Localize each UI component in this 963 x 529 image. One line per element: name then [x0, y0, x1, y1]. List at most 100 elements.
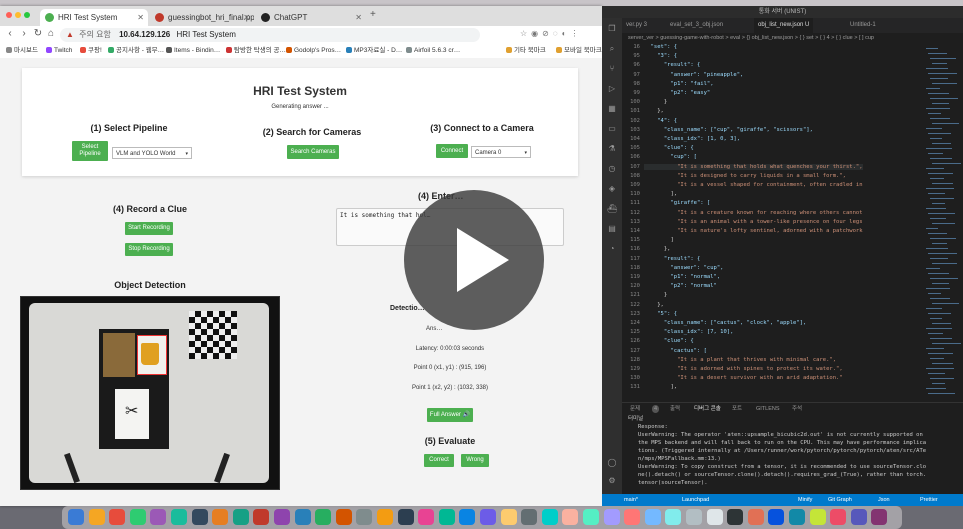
git-graph-status[interactable]: Git Graph [828, 494, 852, 506]
terminal-output[interactable]: 터미널 Response: UserWarning: The operator '… [622, 414, 963, 494]
dock-app-icon[interactable] [253, 509, 270, 525]
run-debug-icon[interactable]: ▷ [607, 84, 617, 94]
dock-app-icon[interactable] [665, 509, 682, 525]
dock-app-icon[interactable] [521, 509, 538, 525]
dock-app-icon[interactable] [397, 509, 414, 525]
dock-app-icon[interactable] [603, 509, 620, 525]
dock-app-icon[interactable] [583, 509, 599, 525]
docker-icon[interactable]: ⛴ [607, 204, 617, 214]
dock-app-icon[interactable] [232, 509, 249, 525]
dock-app-icon[interactable] [68, 509, 84, 525]
dock-app-icon[interactable] [438, 509, 455, 525]
bookmark-folder[interactable]: 기타 북마크 [506, 44, 546, 58]
tab-pptx[interactable]: guessingbot_hri_final.pptx ✕ [150, 9, 254, 26]
tab-hri-test-system[interactable]: HRI Test System ✕ [40, 9, 148, 26]
dock-app-icon[interactable] [356, 509, 373, 525]
dock-app-icon[interactable] [562, 509, 579, 525]
settings-gear-icon[interactable]: ⚙ [607, 476, 617, 486]
language-status[interactable]: Json [878, 494, 890, 506]
full-answer-button[interactable]: Full Answer 🔊 [427, 408, 473, 422]
explorer-icon[interactable]: ❐ [607, 24, 617, 34]
search-icon[interactable]: ⌕ [607, 44, 617, 54]
account-icon[interactable]: ◯ [607, 458, 617, 468]
dock-app-icon[interactable] [789, 509, 805, 525]
gitlens-icon[interactable]: ◈ [607, 184, 617, 194]
bookmark-item[interactable]: Airfoil 5.6.3 cr… [406, 44, 460, 58]
editor-tab[interactable]: ver.py 3 [622, 18, 651, 33]
tab-chatgpt[interactable]: ChatGPT ✕ [256, 9, 366, 26]
close-tab-icon[interactable]: ✕ [137, 9, 144, 26]
dock-app-icon[interactable] [315, 509, 332, 525]
dock-app-icon[interactable] [335, 509, 352, 525]
connect-button[interactable]: Connect [436, 144, 468, 158]
testing-icon[interactable]: ⚗ [607, 144, 617, 154]
editor-tab[interactable]: Untitled-1 [846, 18, 880, 33]
dock-app-icon[interactable] [150, 509, 167, 525]
dock-app-icon[interactable] [459, 509, 476, 525]
close-tab-icon[interactable]: ✕ [243, 9, 250, 26]
prettier-status[interactable]: Prettier [920, 494, 938, 506]
close-window-icon[interactable] [6, 12, 12, 18]
dock-app-icon[interactable] [294, 509, 311, 525]
close-tab-icon[interactable]: ✕ [355, 9, 362, 26]
select-pipeline-button[interactable]: Select Pipeline [72, 141, 108, 161]
breadcrumb[interactable]: server_ver > guessing-game-with-robot > … [622, 33, 963, 44]
home-icon[interactable]: ⌂ [45, 28, 57, 39]
dock-app-icon[interactable] [500, 509, 517, 525]
dock-app-icon[interactable] [706, 509, 723, 525]
video-play-button[interactable] [404, 190, 544, 330]
url-field[interactable]: ▲ 주의 요함 10.64.129.126 HRI Test System [60, 28, 480, 42]
bookmark-item[interactable]: MP3자료실 - D… [346, 44, 402, 58]
bookmark-item[interactable]: 마시보드 [6, 44, 38, 58]
bookmark-item[interactable]: Godolp's Pros… [286, 44, 341, 58]
dock-app-icon[interactable] [624, 509, 641, 525]
dock-app-icon[interactable] [850, 509, 867, 525]
dock-app-icon[interactable] [480, 509, 496, 525]
dock-app-icon[interactable] [871, 509, 888, 525]
history-icon[interactable]: ◷ [607, 164, 617, 174]
dock-app-icon[interactable] [809, 509, 826, 525]
back-icon[interactable]: ‹ [4, 28, 16, 39]
reload-icon[interactable]: ↻ [32, 28, 44, 39]
maximize-window-icon[interactable] [24, 12, 30, 18]
forward-icon[interactable]: › [18, 28, 30, 39]
code-editor[interactable]: 16 "set": {95 "3": {96 "result": {97 "an… [622, 44, 922, 404]
dock-app-icon[interactable] [644, 509, 661, 525]
extension-icons[interactable]: ☆◉⊘◌◐⋮ [520, 29, 582, 38]
editor-tab[interactable]: eval_set_3_obj.json [666, 18, 727, 33]
dock-app-icon[interactable] [377, 509, 393, 525]
start-recording-button[interactable]: Start Recording [125, 222, 173, 235]
bookmark-item[interactable]: 공지사항 - 웹무… [108, 44, 164, 58]
terminal-icon[interactable]: ▤ [607, 224, 617, 234]
search-cameras-button[interactable]: Search Cameras [287, 145, 339, 159]
new-tab-icon[interactable]: + [370, 9, 376, 20]
minimize-window-icon[interactable] [15, 12, 21, 18]
pipeline-select[interactable]: VLM and YOLO World ▾ [112, 147, 192, 159]
dock-app-icon[interactable] [686, 509, 702, 525]
wrong-button[interactable]: Wrong [461, 454, 489, 467]
minify-status[interactable]: Minify [798, 494, 812, 506]
dock-app-icon[interactable] [830, 509, 847, 525]
bookmark-folder[interactable]: 모바일 북마크 [556, 44, 602, 58]
dock-app-icon[interactable] [171, 509, 187, 525]
bookmark-item[interactable]: Twitch [46, 44, 72, 58]
bookmark-item[interactable]: 쿠팡! [80, 44, 102, 58]
dock-app-icon[interactable] [768, 509, 785, 525]
bookmark-item[interactable]: Items - Bindin… [166, 44, 220, 58]
dock-app-icon[interactable] [109, 509, 126, 525]
dock-app-icon[interactable] [541, 509, 558, 525]
stop-recording-button[interactable]: Stop Recording [125, 243, 173, 256]
dock-app-icon[interactable] [129, 509, 146, 525]
branch-status[interactable]: main* [624, 494, 638, 506]
dock-app-icon[interactable] [212, 509, 229, 525]
source-control-icon[interactable]: ⑂ [607, 64, 617, 74]
camera-select[interactable]: Camera 0 ▾ [471, 146, 531, 158]
dock-app-icon[interactable] [274, 509, 290, 525]
dock-app-icon[interactable] [418, 509, 435, 525]
dock-app-icon[interactable] [88, 509, 105, 525]
bookmark-item[interactable]: 탐방한 탁생의 공… [226, 44, 286, 58]
graph-icon[interactable]: ◔ [607, 244, 617, 254]
correct-button[interactable]: Correct [424, 454, 454, 467]
extensions-icon[interactable]: ▦ [607, 104, 617, 114]
dock-app-icon[interactable] [747, 509, 764, 525]
